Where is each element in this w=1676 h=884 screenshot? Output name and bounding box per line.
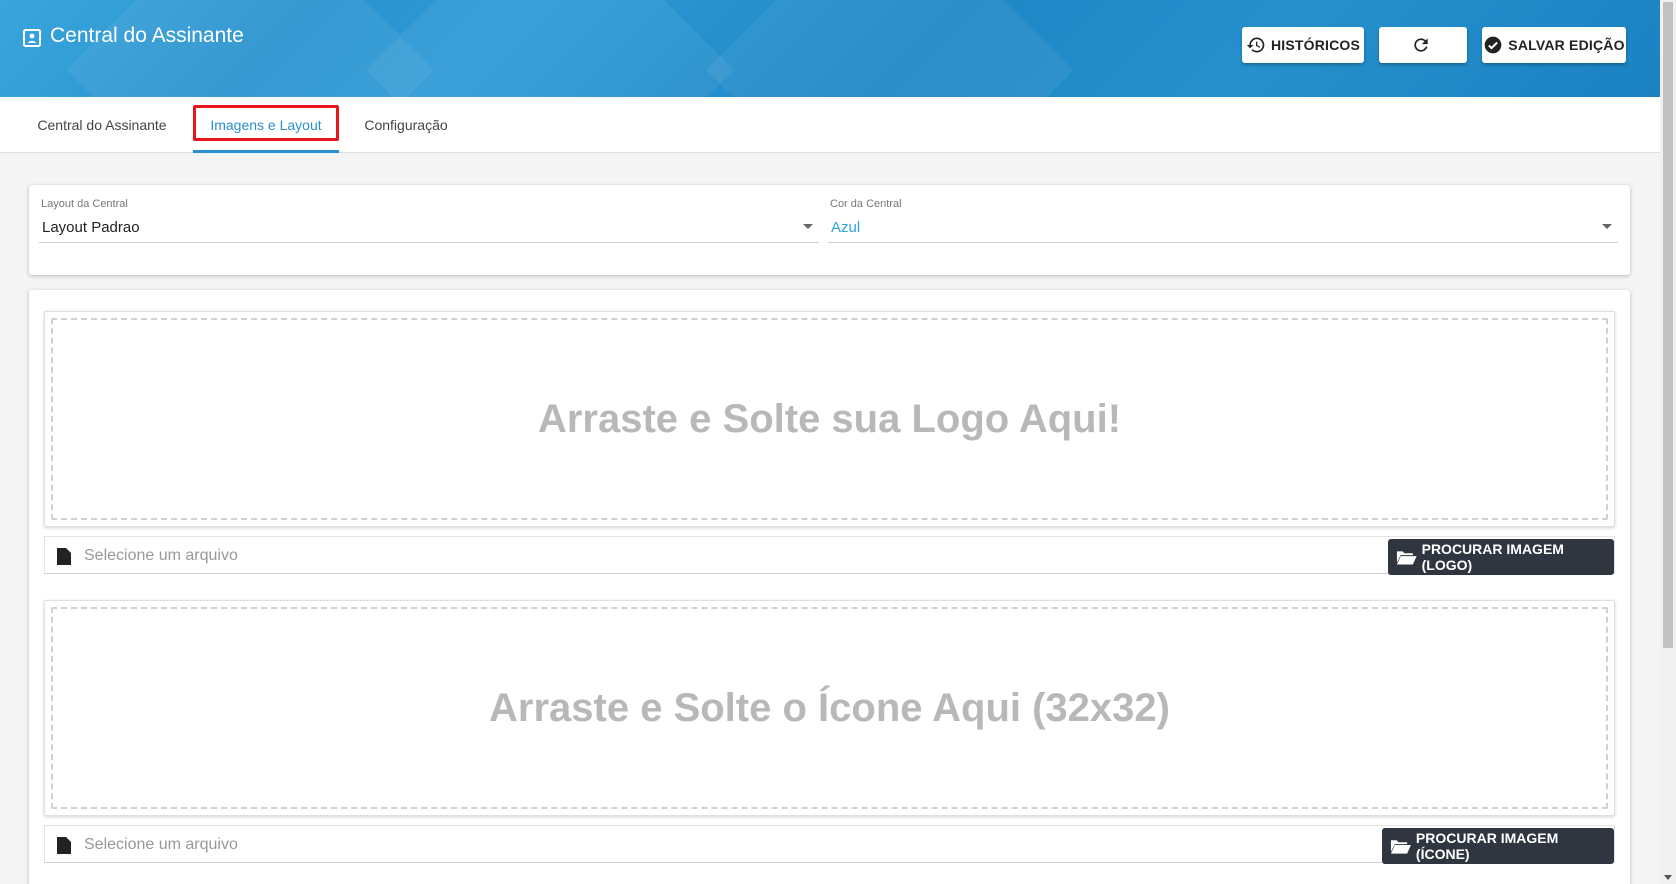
scrollbar-thumb[interactable]: [1663, 2, 1673, 648]
folder-open-icon: [1390, 840, 1411, 854]
dropdown-arrow-icon: [803, 224, 813, 229]
page-title-text: Central do Assinante: [50, 24, 244, 47]
historicos-label: HISTÓRICOS: [1270, 37, 1361, 53]
salvar-edicao-label: SALVAR EDIÇÃO: [1508, 37, 1625, 53]
header-decoration: [366, 0, 734, 97]
cor-select[interactable]: Cor da Central Azul: [828, 198, 1618, 243]
contact-card-icon: [23, 29, 41, 47]
active-tab-indicator: [193, 150, 339, 153]
logo-file-placeholder: Selecione um arquivo: [84, 547, 238, 564]
file-icon: [57, 548, 71, 565]
icone-dropzone-border: Arraste e Solte o Ícone Aqui (32x32): [51, 607, 1608, 809]
scroll-down-arrow-icon[interactable]: [1664, 875, 1672, 880]
historicos-button[interactable]: HISTÓRICOS: [1242, 27, 1364, 63]
tab-bar: Central do Assinante Imagens e Layout Co…: [0, 97, 1660, 153]
history-icon: [1246, 37, 1265, 53]
procurar-icone-label: PROCURAR IMAGEM (ÍCONE): [1415, 830, 1559, 862]
page-title: Central do Assinante: [22, 22, 244, 50]
header-bar: Central do Assinante HISTÓRICOS SALVAR E…: [0, 0, 1660, 97]
refresh-icon: [1413, 38, 1428, 52]
logo-dropzone-text: Arraste e Solte sua Logo Aqui!: [537, 396, 1122, 441]
app-window: Central do Assinante HISTÓRICOS SALVAR E…: [0, 0, 1660, 884]
page-scrollbar[interactable]: [1660, 0, 1676, 884]
icone-dropzone[interactable]: Arraste e Solte o Ícone Aqui (32x32): [44, 600, 1615, 816]
check-circle-icon: [1484, 36, 1502, 54]
logo-dropzone[interactable]: Arraste e Solte sua Logo Aqui!: [44, 311, 1615, 527]
folder-open-icon: [1396, 551, 1417, 565]
logo-file-input[interactable]: Selecione um arquivo PROCURAR IMAGEM (LO…: [44, 536, 1615, 575]
tab-label: Configuração: [364, 117, 448, 133]
salvar-edicao-button[interactable]: SALVAR EDIÇÃO: [1482, 27, 1626, 63]
procurar-logo-label: PROCURAR IMAGEM (LOGO): [1421, 541, 1564, 573]
dropdown-arrow-icon: [1602, 224, 1612, 229]
highlight-box: [193, 105, 339, 141]
layout-settings-card: Layout da Central Layout Padrao Cor da C…: [29, 185, 1630, 275]
tab-label: Central do Assinante: [37, 117, 167, 133]
cor-select-label: Cor da Central: [830, 198, 902, 210]
refresh-button[interactable]: [1379, 27, 1467, 63]
tab-imagens-e-layout[interactable]: Imagens e Layout: [193, 97, 339, 153]
tab-configuracao[interactable]: Configuração: [352, 97, 460, 153]
layout-select-value: Layout Padrao: [42, 219, 140, 236]
tab-central-do-assinante[interactable]: Central do Assinante: [22, 97, 182, 153]
file-icon: [57, 837, 71, 854]
layout-select[interactable]: Layout da Central Layout Padrao: [39, 198, 819, 243]
icone-file-input[interactable]: Selecione um arquivo PROCURAR IMAGEM (ÍC…: [44, 825, 1615, 864]
layout-select-label: Layout da Central: [41, 198, 128, 210]
procurar-logo-button[interactable]: PROCURAR IMAGEM (LOGO): [1388, 539, 1614, 575]
header-decoration: [706, 0, 1074, 97]
procurar-icone-button[interactable]: PROCURAR IMAGEM (ÍCONE): [1382, 828, 1614, 864]
icone-dropzone-text: Arraste e Solte o Ícone Aqui (32x32): [489, 685, 1170, 730]
logo-dropzone-border: Arraste e Solte sua Logo Aqui!: [51, 318, 1608, 520]
upload-card: Arraste e Solte sua Logo Aqui! Selecione…: [29, 290, 1630, 884]
cor-select-value: Azul: [831, 219, 861, 236]
icone-file-placeholder: Selecione um arquivo: [84, 836, 238, 853]
